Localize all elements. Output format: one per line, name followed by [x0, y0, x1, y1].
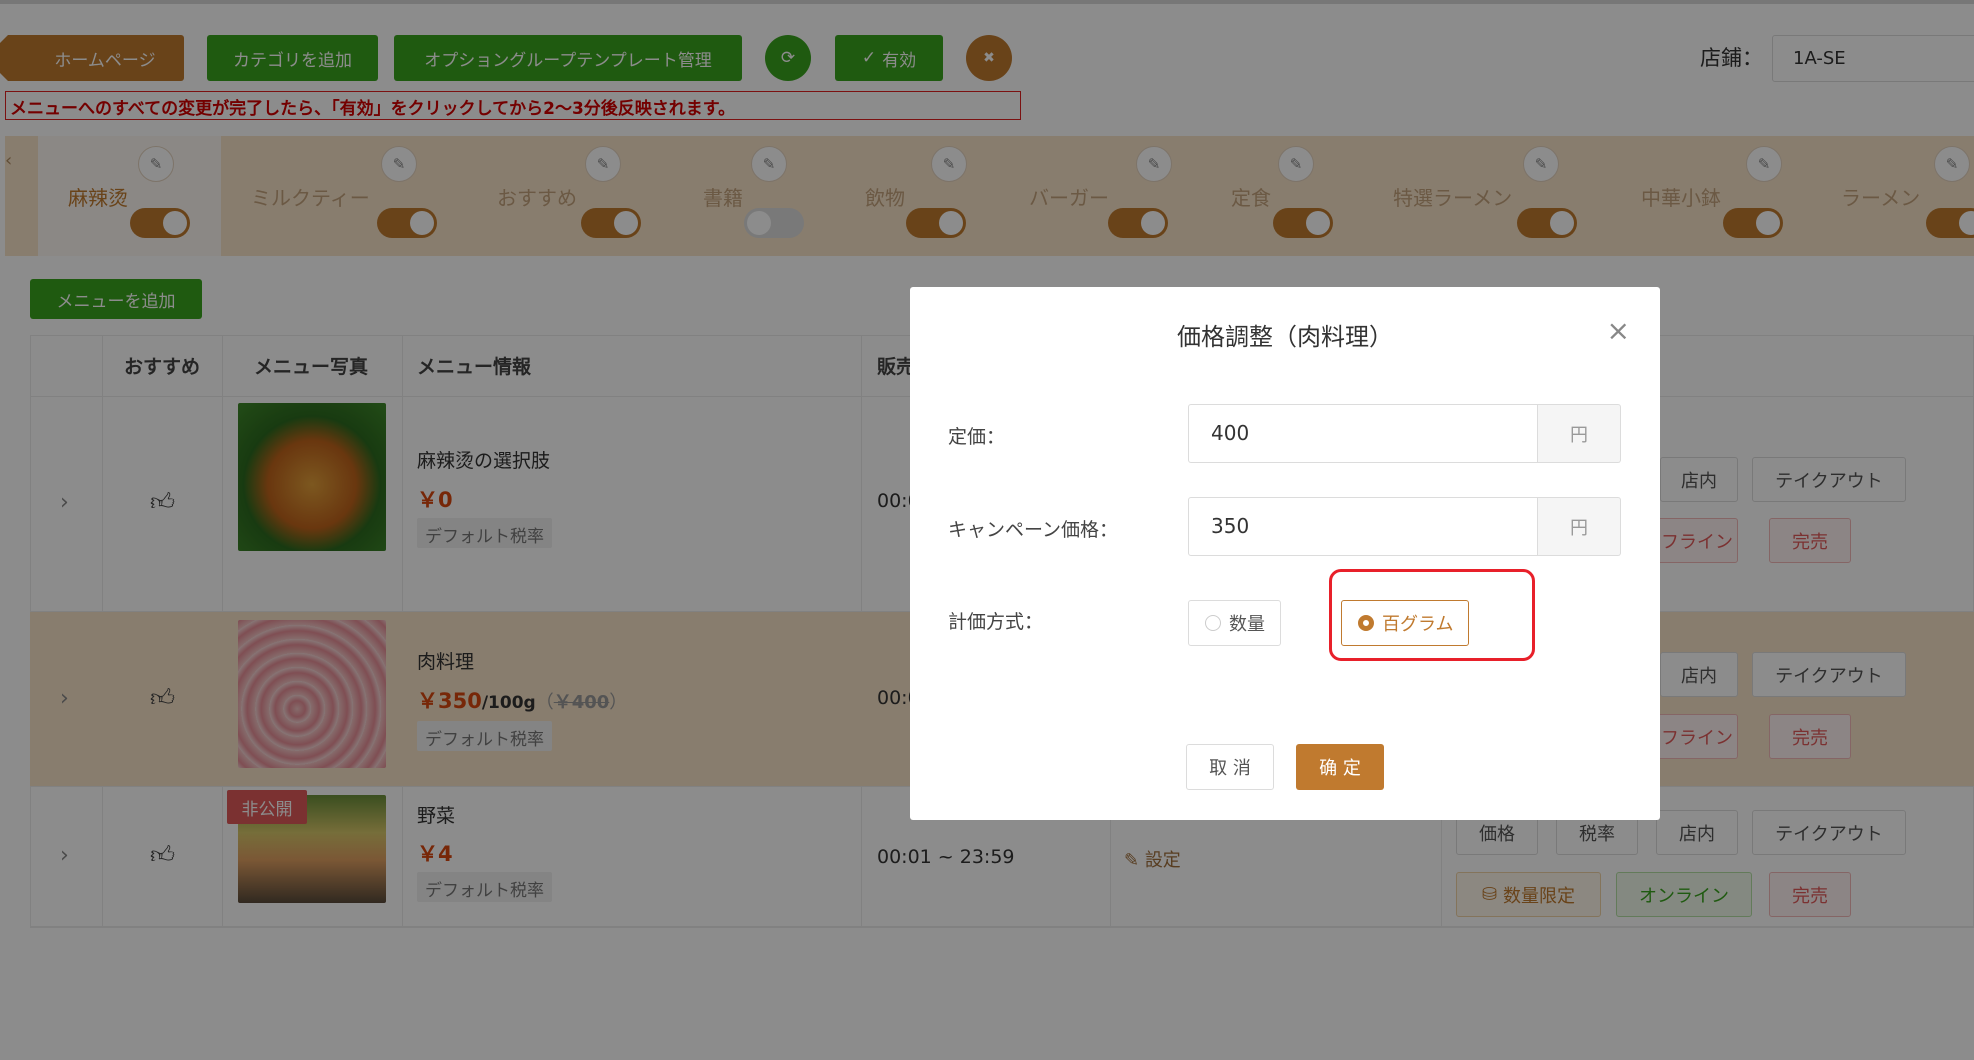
confirm-button[interactable]: 确 定 — [1296, 744, 1384, 790]
annotation-highlight-box — [1329, 569, 1535, 661]
radio-quantity[interactable]: 数量 — [1188, 600, 1281, 646]
campaign-price-currency: 円 — [1538, 497, 1621, 556]
campaign-price-input[interactable]: 350 — [1188, 497, 1538, 556]
radio-quantity-label: 数量 — [1229, 614, 1265, 635]
dialog-title: 価格調整（肉料理） — [1177, 323, 1393, 351]
cancel-button[interactable]: 取 消 — [1186, 744, 1274, 790]
price-adjust-dialog: 価格調整（肉料理） × 定価： 400 円 キャンペーン価格： 350 円 計価… — [910, 287, 1660, 820]
list-price-label: 定価： — [948, 426, 1006, 448]
close-icon[interactable]: × — [1607, 317, 1630, 345]
radio-circle-icon — [1205, 615, 1221, 631]
pricing-method-label: 計価方式： — [948, 611, 1044, 633]
campaign-price-label: キャンペーン価格： — [948, 519, 1119, 541]
list-price-input[interactable]: 400 — [1188, 404, 1538, 463]
list-price-currency: 円 — [1538, 404, 1621, 463]
